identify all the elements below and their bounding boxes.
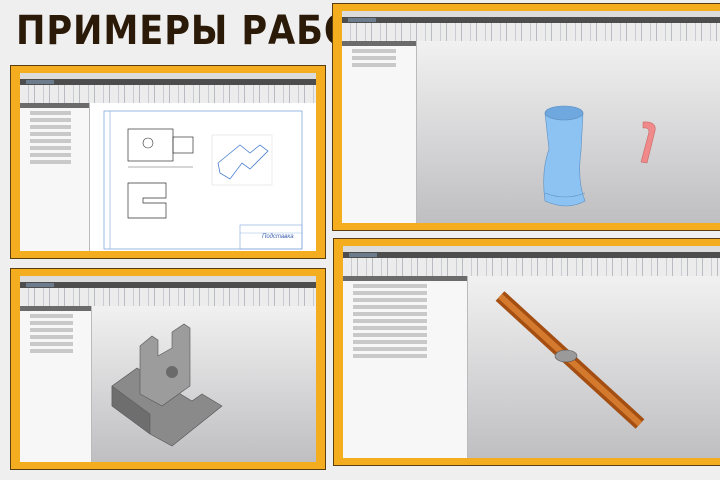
model-tree-panel: [20, 306, 92, 462]
model-tree-panel: [20, 103, 90, 251]
page-title: ПРИМЕРЫ РАБОТ: [16, 8, 380, 54]
cad-screenshot: [343, 246, 720, 458]
3d-viewport: [468, 276, 720, 458]
toolbar-ribbon: [342, 23, 720, 41]
cad-screenshot: [342, 11, 720, 223]
work-panel-mug: [332, 3, 720, 231]
toolbar-ribbon: [343, 258, 720, 276]
mug-model: [543, 105, 656, 207]
cad-screenshot: Подставка: [20, 73, 316, 251]
toolbar-ribbon: [20, 85, 316, 103]
title-block-name: Подставка: [262, 234, 294, 240]
3d-viewport: [92, 306, 316, 462]
work-panel-part: [10, 268, 326, 470]
model-tree-panel: [342, 41, 417, 223]
work-panel-drawing: Подставка: [10, 65, 326, 259]
3d-viewport: [417, 41, 720, 223]
work-panel-assembly: [333, 238, 720, 466]
cad-screenshot: [20, 276, 316, 462]
toolbar-ribbon: [20, 288, 316, 306]
drawing-sheet: Подставка: [90, 103, 316, 251]
pipe-model: [495, 291, 645, 429]
bracket-model: [111, 323, 223, 447]
model-tree-panel: [343, 276, 468, 458]
drawing-svg: [103, 110, 303, 250]
